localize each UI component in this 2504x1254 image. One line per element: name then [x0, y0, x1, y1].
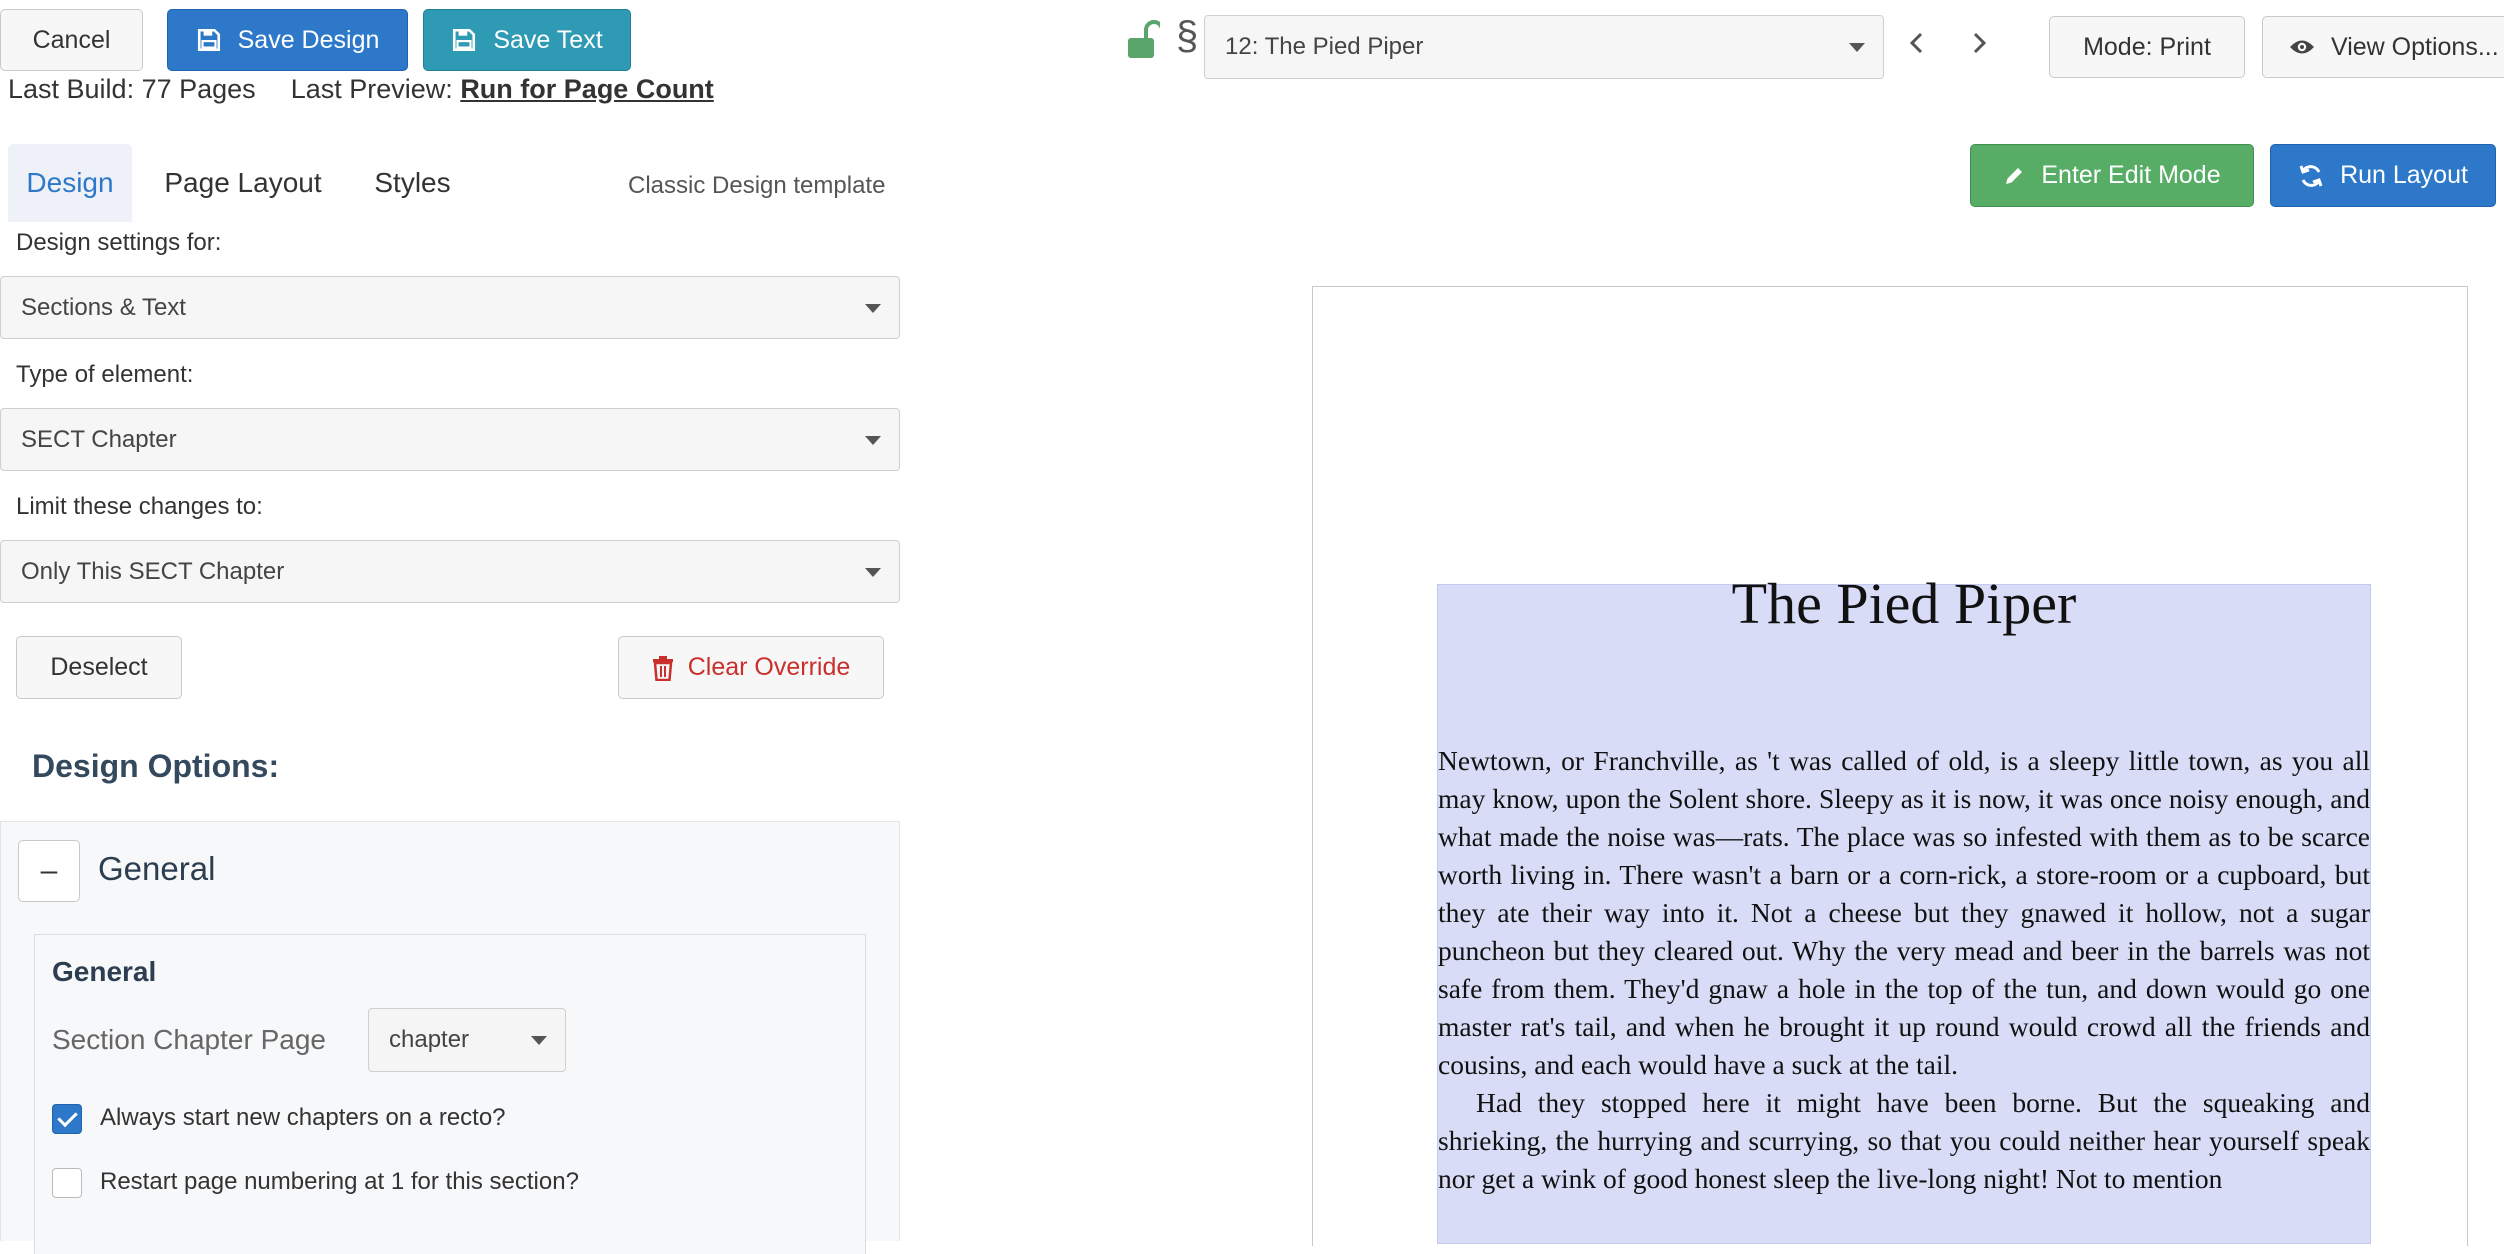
tab-styles-label: Styles — [374, 167, 451, 198]
caret-down-icon — [531, 1036, 547, 1045]
cancel-label: Cancel — [32, 25, 111, 54]
limit-value: Only This SECT Chapter — [21, 557, 285, 585]
mode-label: Mode: Print — [2083, 32, 2211, 61]
deselect-label: Deselect — [50, 653, 148, 681]
section-symbol: § — [1176, 14, 1199, 58]
element-type-select[interactable]: SECT Chapter — [0, 408, 900, 471]
save-design-button[interactable]: Save Design — [167, 9, 408, 71]
caret-down-icon — [1849, 43, 1865, 52]
last-build-label: Last Build: — [8, 74, 135, 104]
chevron-right-icon[interactable] — [1968, 30, 1990, 56]
mode-button[interactable]: Mode: Print — [2049, 16, 2245, 78]
deselect-button[interactable]: Deselect — [16, 636, 182, 699]
minus-icon: – — [40, 854, 58, 887]
tab-design-label: Design — [26, 167, 114, 198]
enter-edit-mode-button[interactable]: Enter Edit Mode — [1970, 144, 2254, 207]
section-page-label: Section Chapter Page — [52, 1024, 326, 1055]
body-paragraph: Newtown, or Franchville, as 't was calle… — [1438, 745, 2370, 1080]
last-preview-label: Last Preview: — [290, 74, 453, 104]
general-group-title: General — [98, 850, 216, 887]
caret-down-icon — [865, 303, 881, 313]
clear-override-label: Clear Override — [687, 653, 851, 681]
tab-styles[interactable]: Styles — [355, 144, 470, 222]
cancel-button[interactable]: Cancel — [0, 9, 143, 71]
tab-page-layout-label: Page Layout — [164, 167, 322, 198]
section-page-value: chapter — [389, 1026, 470, 1053]
restart-numbering-checkbox[interactable] — [52, 1168, 82, 1198]
element-type-label: Type of element: — [16, 361, 194, 388]
general-card-title: General — [52, 956, 157, 987]
eye-icon — [2290, 40, 2314, 54]
design-for-label: Design settings for: — [16, 229, 222, 256]
unlock-icon[interactable] — [1126, 20, 1160, 60]
pencil-icon — [2006, 167, 2023, 184]
collapse-general-button[interactable]: – — [18, 840, 80, 902]
tab-page-layout[interactable]: Page Layout — [150, 144, 336, 222]
trash-icon — [652, 655, 673, 681]
body-paragraph: Had they stopped here it might have been… — [1438, 1087, 2370, 1194]
chapter-select-value: 12: The Pied Piper — [1225, 33, 1424, 60]
design-for-value: Sections & Text — [21, 293, 186, 321]
view-options-label: View Options... — [2331, 32, 2499, 61]
caret-down-icon — [865, 435, 881, 445]
last-build-value: 77 Pages — [141, 74, 256, 104]
section-page-select[interactable]: chapter — [368, 1008, 566, 1072]
restart-numbering-label[interactable]: Restart page numbering at 1 for this sec… — [100, 1168, 579, 1196]
clear-override-button[interactable]: Clear Override — [618, 636, 884, 699]
general-card — [34, 934, 866, 1254]
chapter-select[interactable]: 12: The Pied Piper — [1204, 15, 1884, 79]
recto-checkbox-label[interactable]: Always start new chapters on a recto? — [100, 1104, 506, 1132]
build-status: Last Build: 77 Pages Last Preview: Run f… — [8, 74, 714, 105]
limit-select[interactable]: Only This SECT Chapter — [0, 540, 900, 603]
run-layout-label: Run Layout — [2340, 161, 2468, 189]
design-for-select[interactable]: Sections & Text — [0, 276, 900, 339]
chevron-left-icon[interactable] — [1906, 30, 1928, 56]
floppy-disk-icon — [453, 28, 476, 52]
tab-design[interactable]: Design — [8, 144, 132, 222]
save-text-label: Save Text — [493, 25, 603, 54]
view-options-button[interactable]: View Options... — [2262, 16, 2504, 78]
floppy-disk-icon — [197, 28, 220, 52]
caret-down-icon — [865, 567, 881, 577]
template-label: Classic Design template — [628, 172, 886, 199]
save-design-label: Save Design — [237, 25, 380, 54]
chapter-title: The Pied Piper — [1731, 571, 2077, 636]
run-layout-button[interactable]: Run Layout — [2270, 144, 2496, 207]
enter-edit-mode-label: Enter Edit Mode — [2041, 161, 2221, 189]
limit-label: Limit these changes to: — [16, 493, 263, 520]
design-options-heading: Design Options: — [32, 748, 280, 784]
element-type-value: SECT Chapter — [21, 425, 177, 453]
run-page-count-link[interactable]: Run for Page Count — [460, 74, 713, 104]
refresh-icon — [2299, 164, 2323, 187]
recto-checkbox[interactable] — [52, 1104, 82, 1134]
chapter-body: Newtown, or Franchville, as 't was calle… — [1438, 742, 2370, 1222]
save-text-button[interactable]: Save Text — [423, 9, 631, 71]
